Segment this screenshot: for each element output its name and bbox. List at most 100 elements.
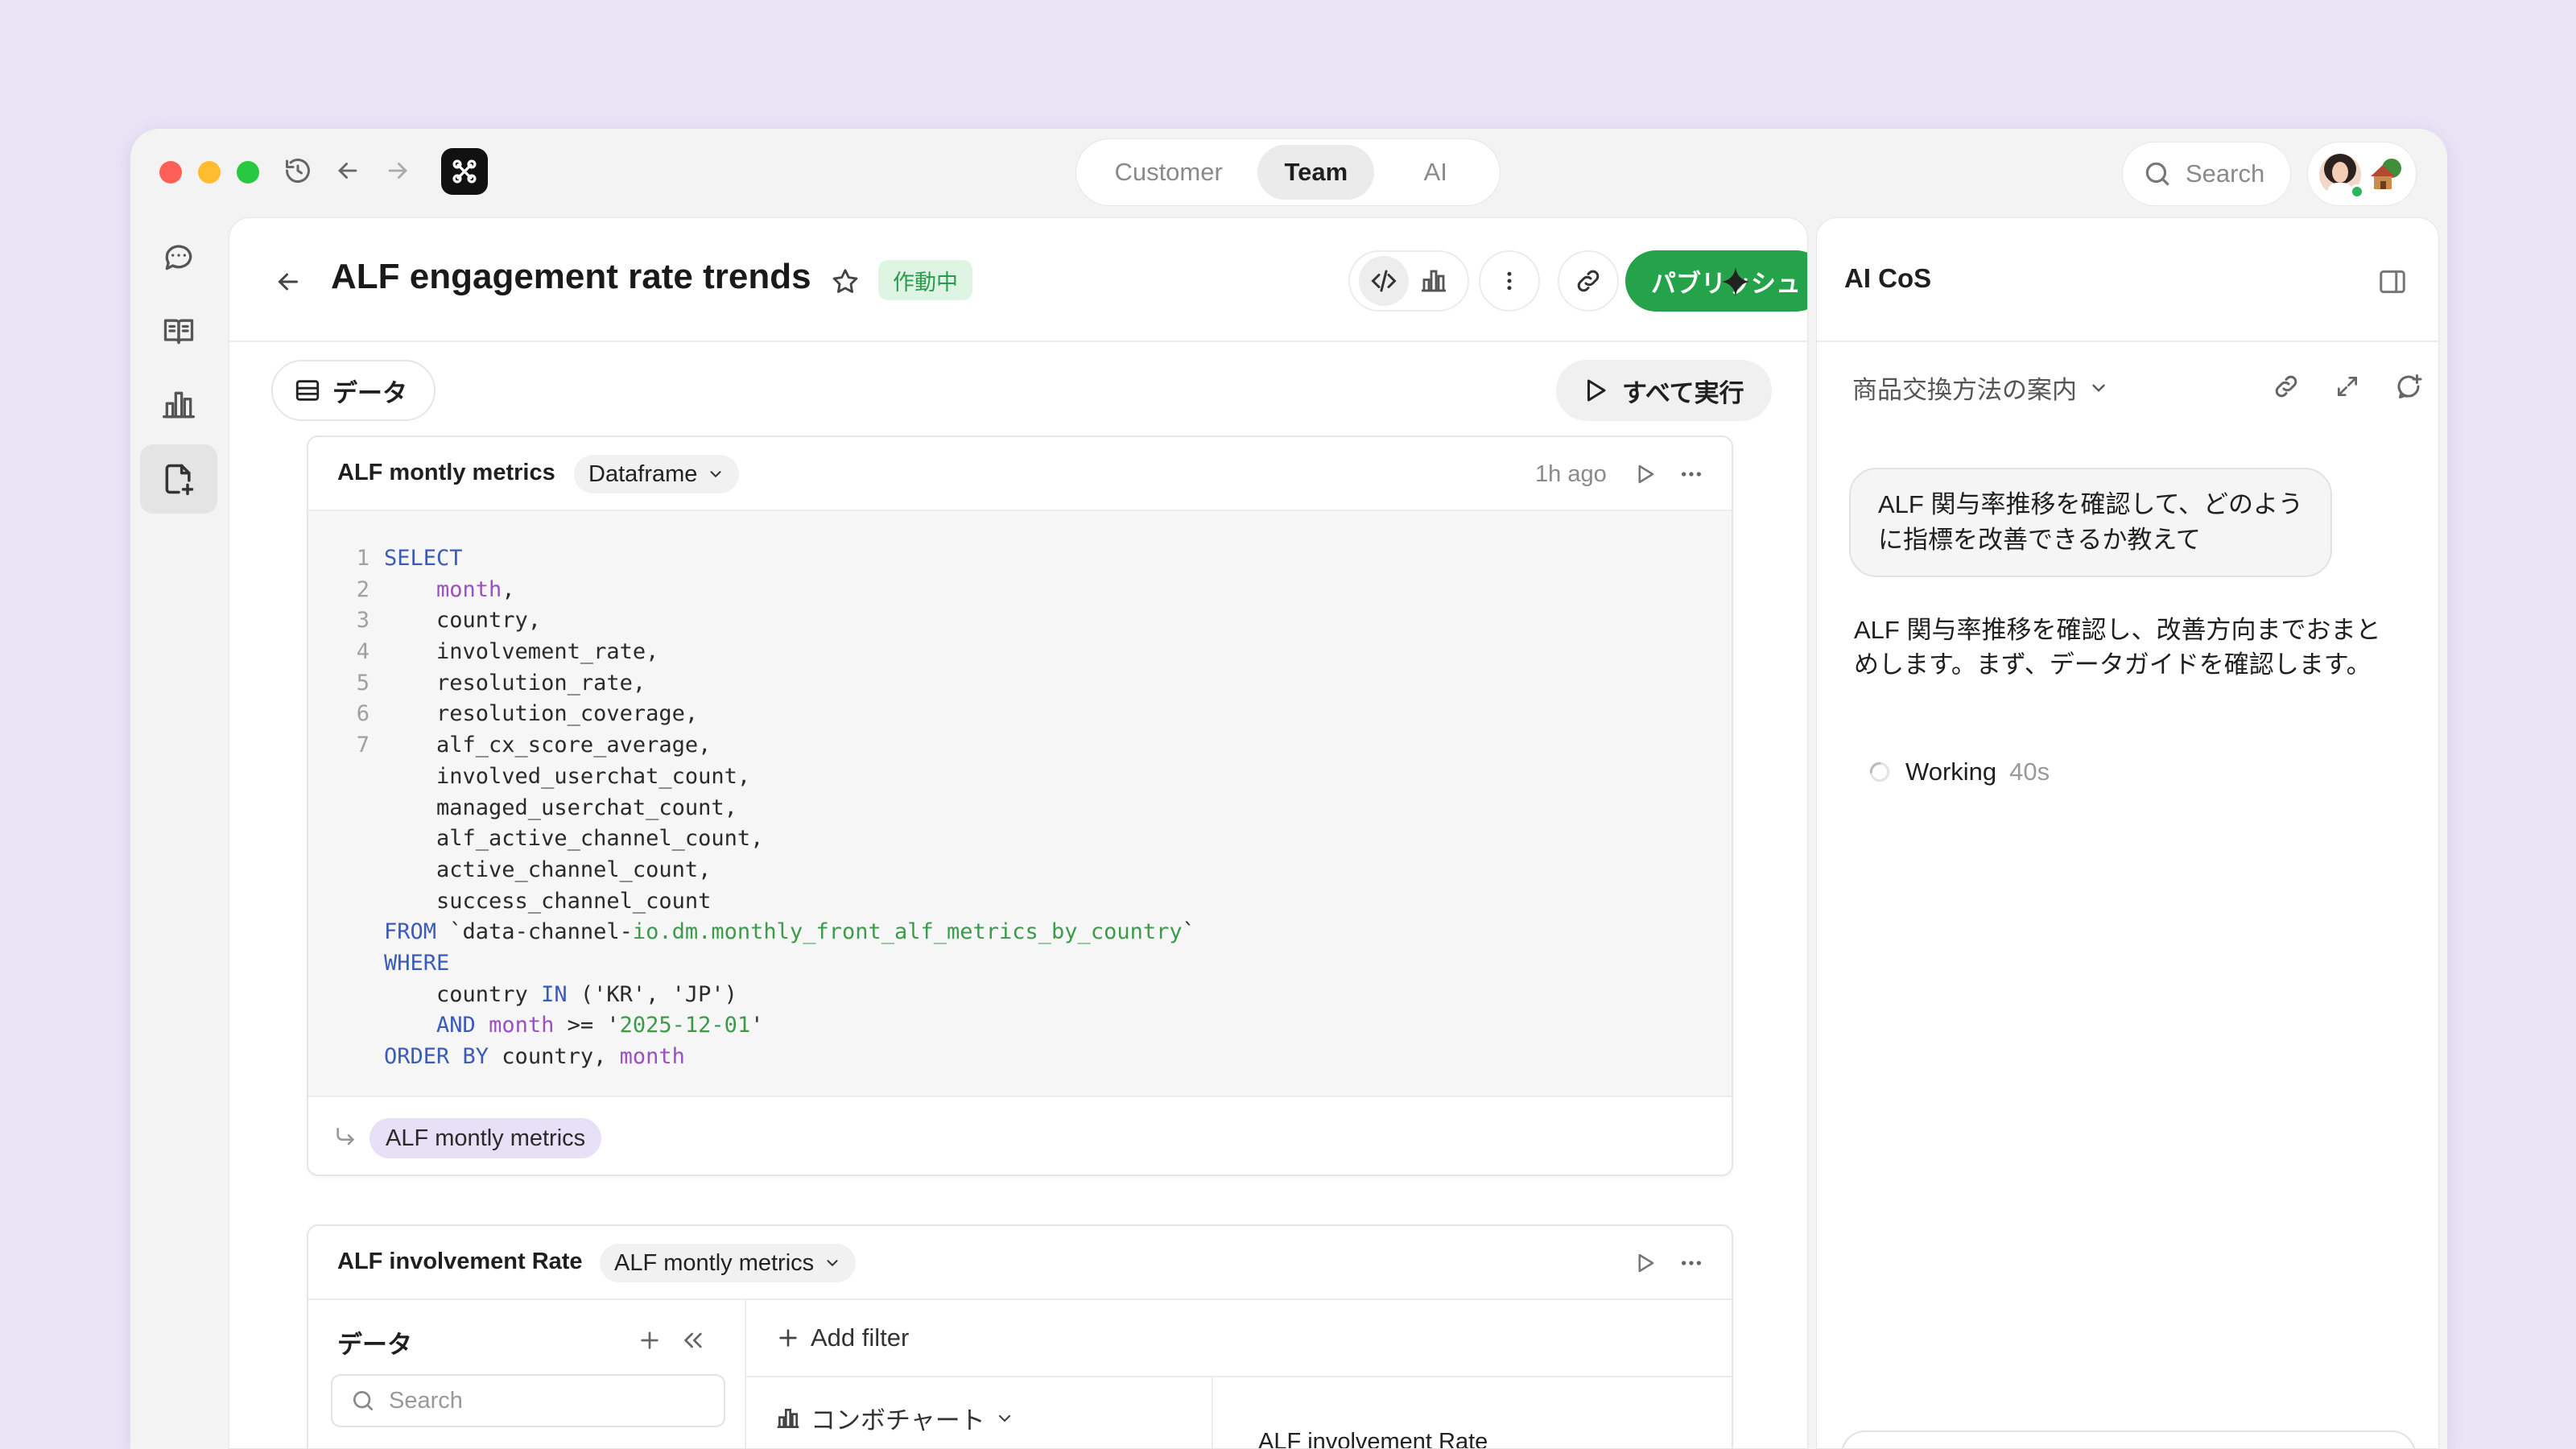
thread-link-button[interactable] [2266, 366, 2306, 407]
code-line: WHERE [308, 948, 1732, 980]
code-text: SELECT [384, 546, 463, 571]
star-icon[interactable] [825, 262, 865, 302]
code-text: ORDER BY country, month [384, 1044, 685, 1069]
line-number: 1 [356, 546, 369, 571]
copy-link-button[interactable] [1558, 250, 1619, 312]
history-icon[interactable] [280, 153, 316, 188]
cell-more-button[interactable] [1674, 458, 1709, 490]
search-icon [353, 1391, 373, 1410]
code-text: FROM `data-channel-io.dm.monthly_front_a… [384, 919, 1195, 945]
tab-customer[interactable]: Customer [1086, 145, 1251, 200]
run-cell-button[interactable] [1629, 458, 1661, 490]
close-window-button[interactable] [159, 161, 182, 184]
new-chat-icon [2397, 374, 2422, 398]
return-arrow-icon [329, 1121, 361, 1154]
data-sources-button[interactable]: データ [271, 360, 436, 421]
online-status-dot [2350, 184, 2364, 199]
output-type-label: Dataframe [588, 460, 698, 487]
sidebar-item-docs[interactable] [140, 296, 217, 365]
link-icon [2275, 375, 2297, 398]
field-search-placeholder: Search [389, 1387, 463, 1414]
ai-panel-header: AI CoS [1817, 218, 2438, 342]
sql-editor[interactable]: 1 SELECT 2 month, 3 country, 4 involvement_r… [308, 511, 1732, 1097]
expand-panel-button[interactable] [2327, 366, 2368, 407]
bar-chart-icon [777, 1408, 799, 1428]
code-text: resolution_coverage, [384, 701, 699, 727]
thread-title: 商品交換方法の案内 [1852, 376, 2077, 404]
spinner-icon [1869, 762, 1890, 782]
line-number: 4 [356, 639, 369, 665]
play-icon [1587, 379, 1606, 402]
run-all-button[interactable]: すべて実行 [1556, 360, 1772, 421]
sidebar-item-chats[interactable] [140, 222, 217, 291]
fields-title: データ [337, 1331, 412, 1359]
app-window: Customer Team AI Search ALF engagement r… [130, 129, 2447, 1449]
sidebar-panel-icon [2380, 270, 2405, 294]
line-number: 5 [356, 670, 369, 696]
chart-title: ALF involvement Rate [1258, 1429, 1488, 1449]
cell-header: ALF montly metrics Dataframe 1h ago [308, 437, 1732, 511]
output-type-dropdown[interactable]: Dataframe [574, 455, 740, 493]
table-icon [295, 380, 320, 401]
tab-team[interactable]: Team [1257, 145, 1375, 200]
user-menu[interactable] [2307, 142, 2417, 206]
code-text: involvement_rate, [384, 639, 659, 665]
cell-title[interactable]: ALF montly metrics [337, 460, 555, 486]
last-run-time: 1h ago [1535, 461, 1607, 487]
notebook-area: ALF engagement rate trends 作動中 パブリッシュ デー… [229, 217, 1808, 1449]
forward-nav-icon[interactable] [380, 153, 415, 188]
minimize-window-button[interactable] [198, 161, 221, 184]
code-text: managed_userchat_count, [384, 795, 737, 820]
more-options-button[interactable] [1479, 250, 1540, 312]
run-cell-button[interactable] [1629, 1247, 1661, 1279]
sidebar-item-notebooks[interactable] [140, 444, 217, 514]
plus-icon [641, 1331, 658, 1349]
sidebar-item-analytics[interactable] [140, 370, 217, 440]
code-view-button[interactable] [1359, 256, 1409, 306]
code-line: country IN ('KR', 'JP') [308, 980, 1732, 1011]
double-chevron-left-icon [683, 1332, 702, 1348]
code-text: month, [436, 576, 515, 602]
page-title: ALF engagement rate trends [331, 257, 811, 296]
code-line: AND month >= '2025-12-01' [308, 1010, 1732, 1042]
add-filter-button[interactable]: Add filter [746, 1300, 1732, 1377]
back-arrow-icon[interactable] [268, 262, 308, 302]
source-dropdown[interactable]: ALF montly metrics [600, 1244, 857, 1282]
line-number: 3 [356, 608, 369, 634]
title-bar: Customer Team AI Search [130, 129, 2447, 217]
ai-sparkle-icon[interactable] [1714, 260, 1757, 303]
workspace-icon [2371, 157, 2405, 192]
ai-panel-title: AI CoS [1844, 263, 1932, 293]
cell-more-button[interactable] [1674, 1247, 1709, 1279]
collapse-pane-button[interactable] [677, 1324, 709, 1356]
tab-ai[interactable]: AI [1381, 145, 1490, 200]
code-line: 4 involvement_rate, [308, 637, 1732, 668]
code-text: alf_cx_score_average, [384, 733, 712, 758]
thread-selector[interactable]: 商品交換方法の案内 [1852, 369, 2109, 406]
output-variable-chip[interactable]: ALF montly metrics [369, 1118, 602, 1158]
chart-type-pane: コンボチャート [746, 1377, 1213, 1448]
add-field-button[interactable] [634, 1324, 666, 1356]
back-nav-icon[interactable] [330, 153, 365, 188]
play-icon [1638, 1253, 1654, 1273]
field-search-input[interactable]: Search [331, 1374, 725, 1427]
global-search-button[interactable]: Search [2122, 142, 2291, 206]
code-line: active_channel_count, [308, 855, 1732, 886]
chart-type-dropdown[interactable]: コンボチャート [775, 1400, 1014, 1436]
toggle-panel-button[interactable] [2372, 262, 2413, 302]
maximize-window-button[interactable] [237, 161, 259, 184]
cell-title[interactable]: ALF involvement Rate [337, 1249, 583, 1275]
run-all-label: すべて実行 [1622, 378, 1744, 407]
search-icon [2145, 162, 2169, 186]
code-line: 7 alf_cx_score_average, [308, 730, 1732, 762]
fields-pane: データ Search [308, 1300, 746, 1448]
chart-type-label: コンボチャート [811, 1406, 985, 1435]
more-horizontal-icon [1682, 1261, 1701, 1265]
line-number: 6 [356, 701, 369, 727]
chart-view-button[interactable] [1409, 256, 1459, 306]
new-chat-button[interactable] [2388, 366, 2429, 407]
workspace-tabs: Customer Team AI [1075, 138, 1501, 206]
code-line: 3 country, [308, 605, 1732, 637]
code-line: FROM `data-channel-io.dm.monthly_front_a… [308, 917, 1732, 948]
ai-chat-input[interactable] [1841, 1430, 2416, 1448]
